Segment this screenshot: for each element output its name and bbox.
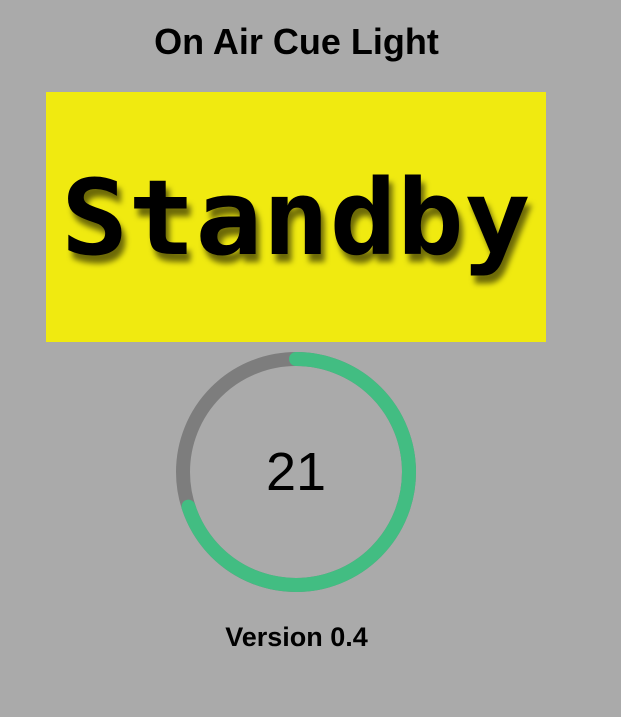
version-label: Version 0.4: [225, 622, 368, 652]
status-indicator: Standby: [46, 92, 546, 342]
status-graphic: Standby: [61, 157, 531, 279]
status-label: Standby: [61, 157, 531, 279]
countdown-value: 21: [265, 442, 327, 502]
page-title: On Air Cue Light: [154, 21, 439, 62]
countdown-timer: 21: [172, 348, 420, 596]
